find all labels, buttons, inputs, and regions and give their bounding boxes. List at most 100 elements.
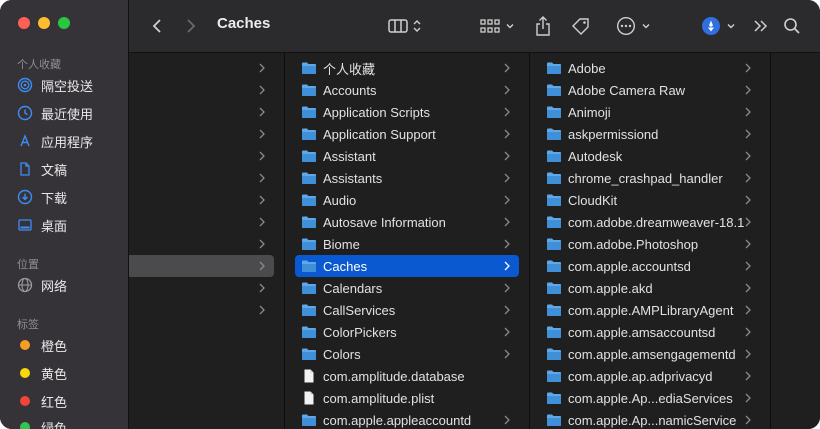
sidebar-item-recents[interactable]: 最近使用 (17, 102, 93, 124)
chevron-right-icon (504, 217, 510, 227)
list-item[interactable]: Autodesk (530, 145, 770, 167)
app-extension-button[interactable] (697, 14, 739, 38)
list-item[interactable]: askpermissiond (530, 123, 770, 145)
sidebar-tag-red[interactable]: 红色 (17, 390, 67, 412)
sidebar-item-applications[interactable]: 应用程序 (17, 130, 93, 152)
search-icon (784, 18, 800, 34)
sidebar-tag-yellow[interactable]: 黄色 (17, 362, 67, 384)
list-item[interactable] (129, 167, 284, 189)
list-item[interactable]: com.apple.appleaccountd (285, 409, 529, 429)
item-label: com.apple.ap.adprivacyd (568, 368, 713, 384)
column-1[interactable] (129, 53, 285, 429)
list-item[interactable]: Adobe (530, 57, 770, 79)
share-button[interactable] (533, 14, 553, 38)
list-item[interactable]: Autosave Information (285, 211, 529, 233)
search-button[interactable] (781, 14, 803, 38)
chevron-cell (744, 195, 756, 205)
item-label: Assistants (323, 170, 383, 186)
list-item[interactable]: Caches (295, 255, 519, 277)
list-item[interactable] (129, 299, 284, 321)
sidebar-item-documents[interactable]: 文稿 (17, 158, 67, 180)
view-mode-button[interactable] (385, 14, 425, 38)
item-label: Autodesk (568, 148, 623, 164)
toolbar: Caches (129, 0, 820, 53)
list-item[interactable]: com.amplitude.plist (285, 387, 529, 409)
tag-button[interactable] (569, 14, 593, 38)
list-item[interactable] (129, 123, 284, 145)
list-item[interactable]: com.apple.accountsd (530, 255, 770, 277)
list-item[interactable]: com.apple.ap.adprivacyd (530, 365, 770, 387)
list-item[interactable]: Accounts (285, 79, 529, 101)
chevron-right-icon (504, 239, 510, 249)
chevron-right-icon (504, 151, 510, 161)
list-item[interactable]: CloudKit (530, 189, 770, 211)
chevron-cell (744, 173, 756, 183)
list-item[interactable]: Audio (285, 189, 529, 211)
chevron-cell (744, 129, 756, 139)
list-item[interactable]: 个人收藏 (285, 57, 529, 79)
list-item[interactable] (129, 79, 284, 101)
sidebar-tag-green[interactable]: 绿色 (17, 416, 67, 429)
folder-icon (547, 370, 561, 382)
list-item[interactable] (129, 145, 284, 167)
minimize-button[interactable] (38, 17, 50, 29)
list-item[interactable]: Application Scripts (285, 101, 529, 123)
sidebar-item-label: 红色 (41, 395, 68, 411)
sidebar-item-downloads[interactable]: 下载 (17, 186, 67, 208)
double-chevron-right-icon (754, 20, 768, 32)
list-item[interactable]: CallServices (285, 299, 529, 321)
action-button[interactable] (613, 14, 653, 38)
list-item[interactable] (129, 255, 274, 277)
list-item[interactable]: Calendars (285, 277, 529, 299)
list-item[interactable] (129, 189, 284, 211)
list-item[interactable]: chrome_crashpad_handler (530, 167, 770, 189)
list-item[interactable]: com.apple.amsaccountsd (530, 321, 770, 343)
item-label: com.apple.amsengagementd (568, 346, 736, 362)
list-item[interactable] (129, 277, 284, 299)
list-item[interactable]: Adobe Camera Raw (530, 79, 770, 101)
zoom-button[interactable] (58, 17, 70, 29)
grid-icon (479, 19, 500, 33)
chevron-right-icon (745, 129, 751, 139)
list-item[interactable]: com.apple.amsengagementd (530, 343, 770, 365)
chevron-cell (744, 217, 756, 227)
more-toolbar-button[interactable] (749, 14, 773, 38)
list-item[interactable]: com.adobe.Photoshop (530, 233, 770, 255)
list-item[interactable]: ColorPickers (285, 321, 529, 343)
back-button[interactable] (147, 14, 167, 38)
list-item[interactable]: Assistant (285, 145, 529, 167)
list-item[interactable]: com.apple.akd (530, 277, 770, 299)
chevron-right-icon (745, 327, 751, 337)
chevron-cell (744, 239, 756, 249)
list-item[interactable]: Biome (285, 233, 529, 255)
list-item[interactable]: com.adobe.dreamweaver-18.1 (530, 211, 770, 233)
list-item[interactable] (129, 233, 284, 255)
list-item[interactable]: Assistants (285, 167, 529, 189)
list-item[interactable]: Animoji (530, 101, 770, 123)
list-item[interactable]: com.apple.Ap...namicService (530, 409, 770, 429)
close-button[interactable] (18, 17, 30, 29)
list-item[interactable] (129, 211, 284, 233)
list-item[interactable]: Colors (285, 343, 529, 365)
folder-icon (547, 260, 561, 272)
list-item[interactable]: com.amplitude.database (285, 365, 529, 387)
list-item[interactable]: com.apple.Ap...ediaServices (530, 387, 770, 409)
chevron-cell (744, 107, 756, 117)
share-icon (536, 16, 550, 36)
sidebar-item-desktop[interactable]: 桌面 (17, 214, 67, 236)
list-item[interactable]: Application Support (285, 123, 529, 145)
sidebar-tag-orange[interactable]: 橙色 (17, 334, 67, 356)
document-icon (304, 391, 314, 405)
sidebar-item-network[interactable]: 网络 (17, 274, 67, 296)
list-item[interactable] (129, 57, 284, 79)
sidebar-item-airdrop[interactable]: 隔空投送 (17, 74, 93, 96)
sidebar-item-label: 隔空投送 (41, 79, 94, 95)
column-2[interactable]: 个人收藏 Accounts Application Scripts Applicati… (285, 53, 530, 429)
chevron-right-icon (504, 195, 510, 205)
list-item[interactable] (129, 101, 284, 123)
forward-button[interactable] (181, 14, 201, 38)
group-button[interactable] (477, 14, 517, 38)
column-4[interactable] (771, 53, 820, 429)
column-3[interactable]: Adobe Adobe Camera Raw Animoji askpermissio… (530, 53, 771, 429)
list-item[interactable]: com.apple.AMPLibraryAgent (530, 299, 770, 321)
